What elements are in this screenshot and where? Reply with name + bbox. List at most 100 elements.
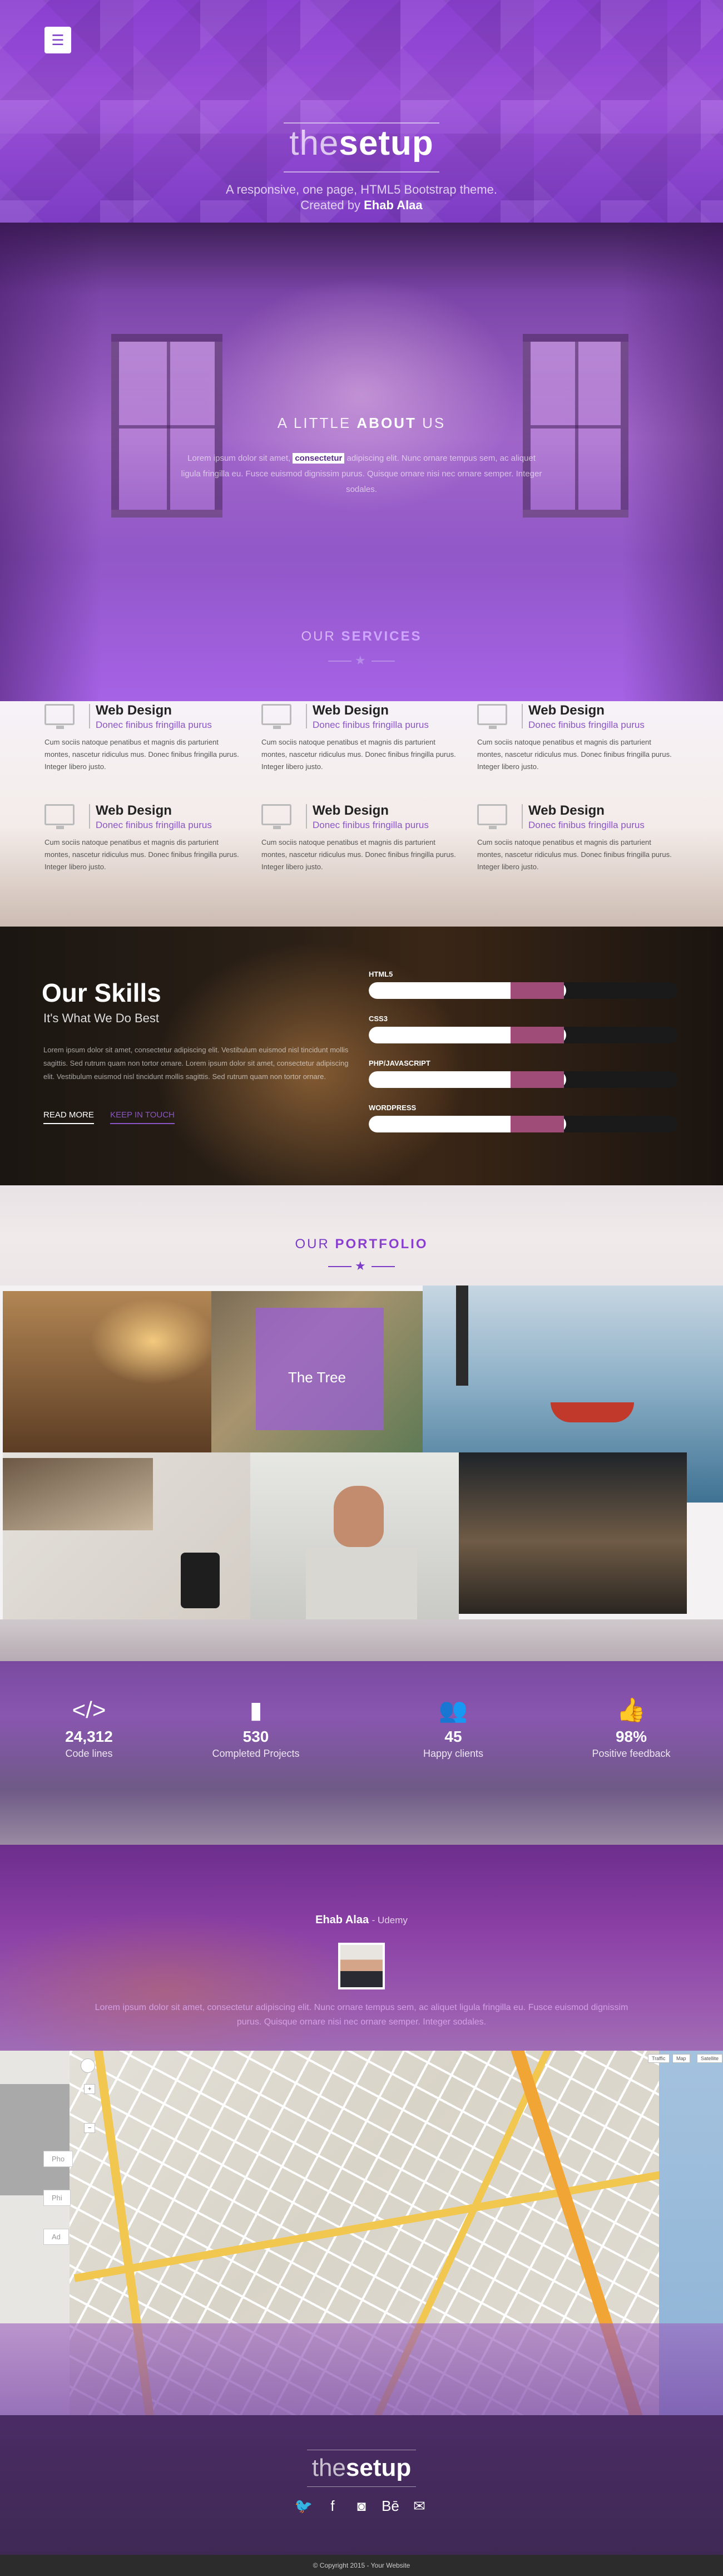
services-divider: ★	[328, 653, 395, 667]
logo-thin: the	[289, 124, 339, 162]
code-icon: </>	[72, 1697, 106, 1723]
service-name: Web Design	[313, 703, 389, 718]
service-separator	[89, 704, 90, 728]
skill-label: PHP/JAVASCRIPT	[369, 1059, 430, 1067]
counter-value: 45	[444, 1728, 462, 1745]
service-subtitle: Donec finibus fringilla purus	[528, 720, 645, 730]
skill-label: CSS3	[369, 1014, 388, 1023]
thumbs-up-icon: 👍	[616, 1697, 646, 1723]
skill-bar-marker	[511, 1116, 564, 1132]
twitter-icon[interactable]: 🐦	[291, 2498, 316, 2515]
footer-logo[interactable]: thesetup	[0, 2454, 723, 2482]
keep-in-touch-button[interactable]: KEEP IN TOUCH	[110, 1110, 175, 1124]
skills-text: Lorem ipsum dolor sit amet, consectetur …	[43, 1046, 349, 1081]
service-subtitle: Donec finibus fringilla purus	[313, 820, 429, 830]
map-type-traffic[interactable]: Traffic	[648, 2054, 670, 2063]
service-name: Web Design	[96, 803, 172, 818]
skills-subtitle: It's What We Do Best	[43, 1011, 159, 1025]
service-separator	[306, 804, 307, 829]
contact-field[interactable]: Phi	[43, 2190, 71, 2206]
skill-label: HTML5	[369, 970, 393, 978]
skill-bar-marker	[511, 1027, 564, 1043]
counter-value: 98%	[615, 1728, 647, 1745]
service-description: Cum sociis natoque penatibus et magnis d…	[477, 838, 672, 871]
mail-icon[interactable]: ✉	[407, 2498, 432, 2515]
counter-item: </> 24,312 Code lines	[17, 1695, 161, 1760]
counter-label: Positive feedback	[592, 1748, 671, 1759]
contact-field[interactable]: Ad	[43, 2229, 69, 2245]
portfolio-item-person[interactable]	[250, 1452, 459, 1619]
monitor-icon	[44, 804, 75, 829]
hamburger-menu-icon[interactable]: ☰	[44, 27, 71, 53]
map-zoom-in[interactable]: +	[84, 2084, 96, 2094]
service-subtitle: Donec finibus fringilla purus	[528, 820, 645, 830]
contact-panel	[0, 2084, 70, 2195]
testimonial-author: Ehab Alaa - Udemy	[0, 1914, 723, 1927]
social-links: 🐦 f ◙ Bē ✉	[0, 2498, 723, 2515]
skill-bar-marker	[511, 1071, 564, 1088]
service-description: Cum sociis natoque penatibus et magnis d…	[44, 738, 239, 771]
services-title: OUR SERVICES	[301, 629, 422, 644]
footer: thesetup 🐦 f ◙ Bē ✉ © Copyright 2015 - Your …	[0, 2415, 723, 2576]
hero-credit-prefix: Created by	[300, 198, 360, 212]
portfolio-header: OUR PORTFOLIO ★	[0, 1185, 723, 1285]
star-icon: ★	[355, 1259, 366, 1273]
monitor-icon	[261, 704, 291, 729]
service-item: Web Design Donec finibus fringilla purus C…	[44, 703, 245, 793]
counter-value: 530	[242, 1728, 269, 1745]
skill-bar	[369, 1116, 677, 1132]
about-text: Lorem ipsum dolor sit amet, consectetur …	[181, 453, 542, 494]
testimonial-name: Ehab Alaa	[315, 1914, 369, 1926]
about-highlight: consectetur	[293, 453, 345, 464]
counter-item: ▮ 530 Completed Projects	[184, 1695, 328, 1760]
instagram-icon[interactable]: ◙	[349, 2498, 374, 2515]
service-description: Cum sociis natoque penatibus et magnis d…	[261, 838, 456, 871]
monitor-icon	[44, 704, 75, 729]
star-icon: ★	[355, 653, 366, 667]
behance-icon[interactable]: Bē	[378, 2498, 403, 2515]
service-subtitle: Donec finibus fringilla purus	[313, 720, 429, 730]
service-name: Web Design	[313, 803, 389, 818]
hero-credit-name[interactable]: Ehab Alaa	[364, 198, 423, 212]
facebook-icon[interactable]: f	[320, 2498, 345, 2515]
logo-bold: setup	[339, 124, 434, 162]
map-zoom-out[interactable]: −	[84, 2123, 96, 2133]
skills-section: Our Skills It's What We Do Best Lorem ip…	[0, 927, 723, 1185]
hero-section: ☰ thesetup A responsive, one page, HTML5…	[0, 0, 723, 223]
service-separator	[306, 704, 307, 728]
service-description: Cum sociis natoque penatibus et magnis d…	[477, 738, 672, 771]
service-item: Web Design Donec finibus fringilla purus C…	[44, 803, 245, 893]
avatar	[338, 1943, 385, 1989]
testimonial-text: Lorem ipsum dolor sit amet, consectetur …	[95, 2003, 628, 2027]
about-section: A LITTLE ABOUT US Lorem ipsum dolor sit …	[0, 223, 723, 701]
site-logo[interactable]: thesetup	[0, 124, 723, 163]
counter-item: 👍 98% Positive feedback	[559, 1695, 704, 1760]
map-section: + − Traffic Map Satellite Pho Phi Ad	[0, 2051, 723, 2415]
portfolio-item-pier[interactable]	[459, 1452, 687, 1614]
counter-label: Code lines	[65, 1748, 113, 1759]
portfolio-gallery: The Tree	[0, 1285, 723, 1686]
contact-field[interactable]: Pho	[43, 2151, 73, 2167]
service-description: Cum sociis natoque penatibus et magnis d…	[261, 738, 456, 771]
service-separator	[89, 804, 90, 829]
hero-divider-bottom	[284, 171, 439, 173]
portfolio-item-tree[interactable]: The Tree	[211, 1291, 423, 1452]
map-type-satellite[interactable]: Satellite	[697, 2054, 723, 2063]
service-separator	[522, 704, 523, 728]
map-type-map[interactable]: Map	[672, 2054, 690, 2063]
skills-title: Our Skills	[42, 978, 161, 1007]
portfolio-divider: ★	[328, 1259, 395, 1273]
portfolio-item-desk[interactable]	[3, 1452, 250, 1619]
skill-bar	[369, 982, 677, 999]
map-pan-control[interactable]	[81, 2058, 95, 2073]
skill-bar	[369, 1071, 677, 1088]
service-subtitle: Donec finibus fringilla purus	[96, 720, 212, 730]
portfolio-item-laptop[interactable]	[3, 1291, 211, 1452]
service-description: Cum sociis natoque penatibus et magnis d…	[44, 838, 239, 871]
service-item: Web Design Donec finibus fringilla purus C…	[261, 703, 462, 793]
counter-value: 24,312	[65, 1728, 113, 1745]
about-title: A LITTLE ABOUT US	[277, 415, 446, 431]
counters-section: </> 24,312 Code lines ▮ 530 Completed Project…	[0, 1661, 723, 1845]
read-more-button[interactable]: READ MORE	[43, 1110, 94, 1124]
hero-tagline: A responsive, one page, HTML5 Bootstrap …	[226, 183, 497, 196]
